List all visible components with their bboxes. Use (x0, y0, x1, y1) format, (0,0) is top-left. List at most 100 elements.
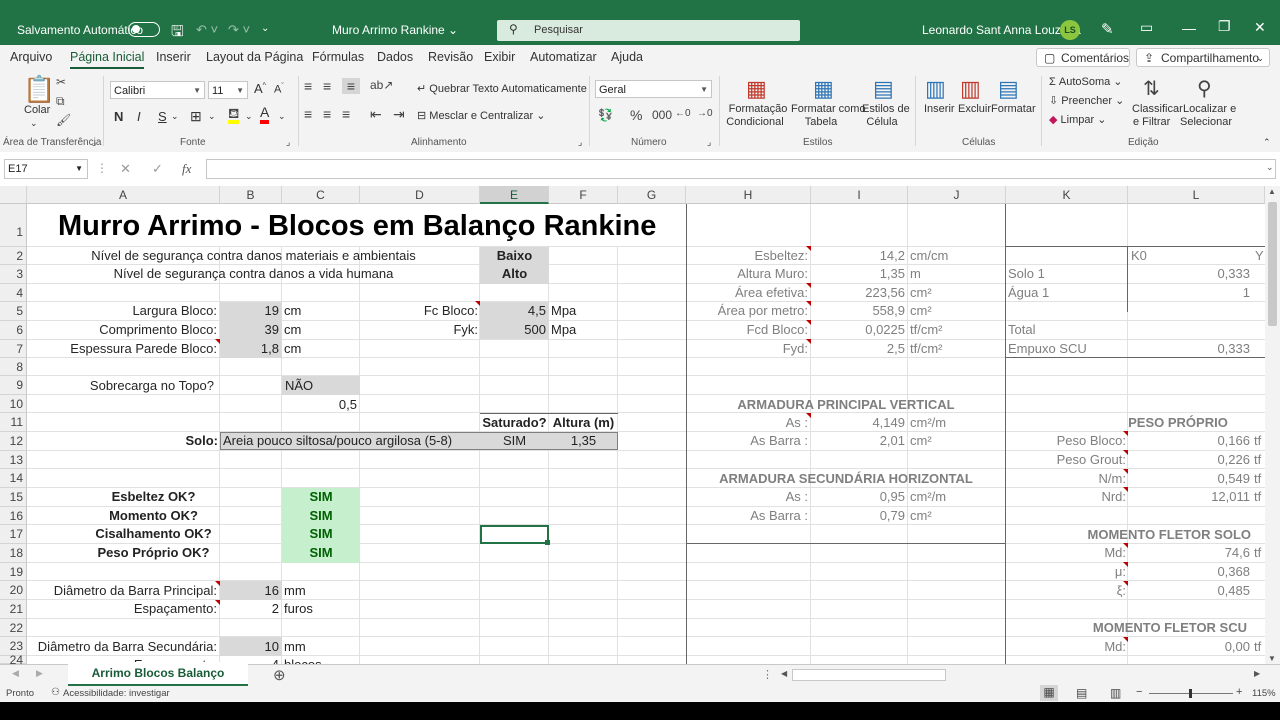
cell-a23[interactable]: Diâmetro da Barra Secundária: (27, 638, 217, 656)
cell-c15[interactable]: SIM (282, 488, 360, 506)
accounting-icon[interactable]: 💱 (598, 108, 613, 122)
cell-k14[interactable]: N/m: (1006, 470, 1126, 488)
scroll-left-icon[interactable]: ◀ (781, 669, 787, 678)
insert-cells-label[interactable]: Inserir (924, 103, 955, 115)
comment-indicator[interactable] (215, 339, 220, 344)
cell-a2[interactable]: Nível de segurança contra danos materiai… (27, 247, 480, 265)
comment-indicator[interactable] (806, 283, 811, 288)
cell-l7[interactable]: 0,333 (1128, 340, 1250, 358)
cell-i16[interactable]: 0,79 (811, 507, 905, 525)
zoom-slider-thumb[interactable] (1189, 689, 1192, 698)
customize-toolbar-icon[interactable]: ⌄ (261, 23, 269, 34)
save-icon[interactable]: 🖫 (171, 21, 184, 46)
column-header-e[interactable]: E (480, 186, 549, 204)
cell-c18[interactable]: SIM (282, 544, 360, 562)
paste-icon[interactable]: 📋 (23, 74, 55, 105)
decrease-indent-icon[interactable]: ⇤ (370, 106, 382, 123)
cell-j5[interactable]: cm² (910, 302, 932, 320)
comment-indicator[interactable] (215, 600, 220, 605)
sheet-tab-active[interactable]: Arrimo Blocos Balanço Rankine (68, 662, 248, 702)
cell-e5[interactable]: 4,5 (480, 302, 546, 320)
zoom-in-icon[interactable]: + (1236, 686, 1242, 698)
cell-j16[interactable]: cm² (910, 507, 932, 525)
cell-j12[interactable]: cm² (910, 432, 932, 450)
cell-f11[interactable]: Altura (m) (549, 414, 618, 432)
italic-button[interactable]: I (137, 109, 141, 124)
scroll-up-icon[interactable]: ▲ (1268, 187, 1276, 196)
page-layout-view-icon[interactable]: ▤ (1076, 686, 1087, 700)
cell-k18[interactable]: Md: (1006, 544, 1126, 562)
cell-d5[interactable]: Fc Bloco: (360, 302, 478, 320)
cell-i4[interactable]: 223,56 (811, 284, 905, 302)
cell-k23[interactable]: Md: (1006, 638, 1126, 656)
comment-indicator[interactable] (806, 246, 811, 251)
font-size-select[interactable]: 11 ▼ (208, 81, 248, 99)
cell-e11[interactable]: Saturado? (480, 414, 549, 432)
sort-filter-label-1[interactable]: Classificar (1132, 103, 1183, 115)
cell-c24[interactable]: blocos (284, 656, 322, 664)
cell-j6[interactable]: tf/cm² (910, 321, 943, 339)
row-header[interactable]: 12 (0, 432, 27, 451)
format-cells-icon[interactable]: ▤ (998, 76, 1019, 102)
row-header[interactable]: 18 (0, 544, 27, 563)
enter-icon[interactable]: ✓ (152, 161, 163, 177)
format-painter-icon[interactable]: 🖌 (56, 113, 71, 127)
underline-button[interactable]: S (158, 109, 167, 124)
paste-label[interactable]: Colar (24, 104, 50, 116)
column-header-g[interactable]: G (618, 186, 686, 204)
cell-j4[interactable]: cm² (910, 284, 932, 302)
cell-k22[interactable]: MOMENTO FLETOR SCU (1006, 619, 1247, 637)
cell-l12[interactable]: 0,166 (1128, 432, 1250, 450)
row-header[interactable]: 21 (0, 600, 27, 619)
dialog-launcher-icon[interactable]: ⌟ (92, 137, 96, 148)
column-header-a[interactable]: A (27, 186, 220, 204)
tab-exibir[interactable]: Exibir (484, 50, 515, 64)
tab-formulas[interactable]: Fórmulas (312, 50, 364, 64)
delete-cells-label[interactable]: Excluir (958, 103, 991, 115)
column-header-j[interactable]: J (908, 186, 1006, 204)
cell-e2[interactable]: Baixo (480, 247, 549, 265)
cancel-icon[interactable]: ✕ (120, 161, 131, 177)
cell-j7[interactable]: tf/cm² (910, 340, 943, 358)
cell-c20[interactable]: mm (284, 582, 306, 600)
cell-c21[interactable]: furos (284, 600, 313, 618)
cell-k13[interactable]: Peso Grout: (1006, 451, 1126, 469)
cell-k4[interactable]: Água 1 (1008, 284, 1049, 302)
format-as-table-icon[interactable]: ▦ (813, 76, 834, 102)
cell-j15[interactable]: cm²/m (910, 488, 946, 506)
search-box[interactable]: ⚲ Pesquisar (497, 20, 800, 41)
percent-icon[interactable]: % (630, 107, 642, 123)
cut-icon[interactable]: ✂ (56, 75, 66, 89)
cell-a18[interactable]: Peso Próprio OK? (27, 544, 280, 562)
cell-j2[interactable]: cm/cm (910, 247, 948, 265)
cell-a5[interactable]: Largura Bloco: (27, 302, 217, 320)
comment-indicator[interactable] (1123, 637, 1128, 642)
cell-b5[interactable]: 19 (220, 302, 279, 320)
cell-e6[interactable]: 500 (480, 321, 546, 339)
page-break-view-icon[interactable]: ▥ (1110, 686, 1121, 700)
find-select-label-2[interactable]: Selecionar (1180, 116, 1232, 128)
dialog-launcher-icon[interactable]: ⌟ (707, 137, 711, 148)
row-header[interactable]: 3 (0, 265, 27, 284)
row-header[interactable]: 20 (0, 581, 27, 600)
cell-m15[interactable]: tf (1254, 488, 1261, 506)
cell-k7[interactable]: Empuxo SCU (1008, 340, 1087, 358)
cell-h3[interactable]: Altura Muro: (686, 265, 808, 283)
scroll-right-icon[interactable]: ▶ (1254, 669, 1260, 678)
column-header-c[interactable]: C (282, 186, 360, 204)
bold-button[interactable]: N (114, 109, 123, 124)
accessibility-status[interactable]: Acessibilidade: investigar (63, 688, 170, 699)
column-header-f[interactable]: F (549, 186, 618, 204)
name-box[interactable]: E17 ▼ (4, 159, 88, 179)
insert-function-icon[interactable]: fx (182, 161, 191, 177)
comment-indicator[interactable] (1123, 450, 1128, 455)
cell-e12[interactable]: SIM (480, 432, 549, 450)
cell-a7[interactable]: Espessura Parede Bloco: (27, 340, 217, 358)
align-top-icon[interactable]: ≡ (304, 78, 312, 94)
decrease-decimal-icon[interactable]: →0 (697, 108, 713, 119)
comment-indicator[interactable] (1123, 469, 1128, 474)
cell-l20[interactable]: 0,485 (1128, 582, 1250, 600)
cell-m2[interactable]: Y (1255, 247, 1264, 265)
cell-c17[interactable]: SIM (282, 525, 360, 543)
tab-pagina-inicial[interactable]: Página Inicial (70, 50, 145, 69)
